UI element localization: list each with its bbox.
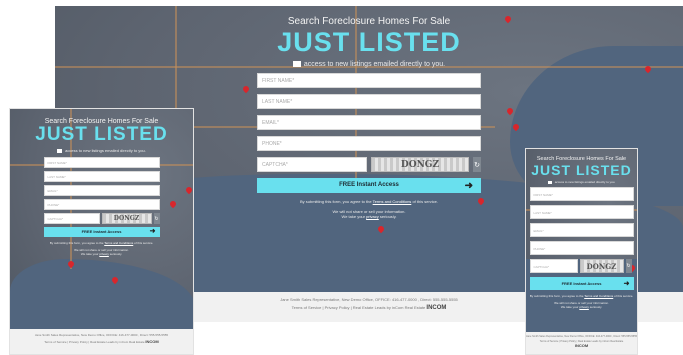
mail-icon: [292, 61, 301, 68]
captcha-row: CAPTCHA* DONGZ ↻: [43, 213, 160, 224]
incom-logo: INCOM: [426, 305, 447, 311]
phone-field[interactable]: PHONE*: [529, 241, 634, 255]
consent-text: By submitting this form, you agree to th…: [49, 241, 154, 245]
email-field[interactable]: EMAIL*: [257, 115, 481, 130]
submit-button[interactable]: FREE Instant Access ➜: [529, 277, 634, 290]
first-name-field[interactable]: FIRST NAME*: [529, 187, 634, 201]
lead-form: Search Foreclosure Homes For Sale JUST L…: [10, 118, 193, 256]
privacy-note: We will not share or sell your informati…: [554, 301, 609, 309]
tagline: access to new listings emailed directly …: [526, 180, 637, 184]
captcha-image: DONGZ: [579, 259, 624, 273]
terms-link[interactable]: Terms and Conditions: [584, 294, 613, 298]
submit-button[interactable]: FREE Instant Access ➜: [43, 227, 160, 237]
consent-text: By submitting this form, you agree to th…: [299, 199, 439, 204]
email-field[interactable]: EMAIL*: [529, 223, 634, 237]
terms-link[interactable]: Terms and Conditions: [373, 199, 412, 204]
submit-label: FREE Instant Access: [339, 182, 399, 188]
agent-info: Jane Smith Sales Representative, New Dem…: [526, 335, 637, 338]
captcha-field[interactable]: CAPTCHA*: [257, 157, 367, 172]
refresh-captcha-icon[interactable]: ↻: [153, 213, 160, 224]
phone-field[interactable]: PHONE*: [43, 199, 160, 210]
page-footer: Jane Smith Sales Representative, New Dem…: [526, 332, 637, 354]
privacy-link[interactable]: privacy: [579, 305, 589, 309]
arrow-right-icon: ➜: [149, 228, 156, 235]
captcha-row: CAPTCHA* DONGZ ↻: [257, 157, 481, 172]
arrow-right-icon: ➜: [623, 280, 630, 287]
footer-links[interactable]: Terms of Service | Privacy Policy | Real…: [10, 339, 193, 344]
subhead: Search Foreclosure Homes For Sale: [287, 16, 451, 27]
privacy-note: We will not share or sell your informati…: [332, 209, 406, 219]
captcha-field[interactable]: CAPTCHA*: [43, 213, 100, 224]
captcha-image: DONGZ: [101, 213, 152, 224]
captcha-field[interactable]: CAPTCHA*: [529, 259, 578, 273]
captcha-row: CAPTCHA* DONGZ ↻: [529, 259, 634, 273]
arrow-right-icon: ➜: [464, 180, 473, 191]
incom-logo: INCOM: [145, 339, 159, 344]
submit-button[interactable]: FREE Instant Access ➜: [257, 178, 481, 193]
submit-label: FREE Instant Access: [561, 281, 602, 286]
captcha-image: DONGZ: [371, 157, 469, 172]
agent-info: Jane Smith Sales Representative, New Dem…: [34, 333, 169, 337]
refresh-captcha-icon[interactable]: ↻: [625, 259, 632, 273]
mail-icon: [57, 148, 63, 153]
last-name-field[interactable]: LAST NAME*: [529, 205, 634, 219]
first-name-field[interactable]: FIRST NAME*: [257, 73, 481, 88]
consent-text: By submitting this form, you agree to th…: [529, 294, 634, 298]
lead-form: Search Foreclosure Homes For Sale JUST L…: [526, 156, 637, 309]
tagline: access to new listings emailed directly …: [55, 61, 683, 68]
mobile-preview: Search Foreclosure Homes For Sale JUST L…: [525, 148, 638, 355]
email-field[interactable]: EMAIL*: [43, 185, 160, 196]
privacy-link[interactable]: privacy: [99, 252, 109, 256]
last-name-field[interactable]: LAST NAME*: [257, 94, 481, 109]
lake: [10, 259, 193, 339]
first-name-field[interactable]: FIRST NAME*: [43, 157, 160, 168]
headline: JUST LISTED: [277, 27, 461, 57]
headline: JUST LISTED: [531, 162, 632, 178]
refresh-captcha-icon[interactable]: ↻: [473, 157, 481, 172]
page-footer: Jane Smith Sales Representative, New Dem…: [10, 329, 193, 354]
phone-field[interactable]: PHONE*: [257, 136, 481, 151]
mail-icon: [547, 180, 552, 184]
headline: JUST LISTED: [35, 124, 168, 145]
privacy-note: We will not share or sell your informati…: [74, 248, 129, 256]
tagline: access to new listings emailed directly …: [10, 148, 193, 153]
submit-label: FREE Instant Access: [81, 229, 122, 234]
terms-link[interactable]: Terms and Conditions: [104, 241, 133, 245]
tablet-preview: Search Foreclosure Homes For Sale JUST L…: [9, 108, 194, 355]
privacy-link[interactable]: privacy: [366, 214, 379, 219]
last-name-field[interactable]: LAST NAME*: [43, 171, 160, 182]
incom-logo: INCOM: [574, 343, 589, 348]
